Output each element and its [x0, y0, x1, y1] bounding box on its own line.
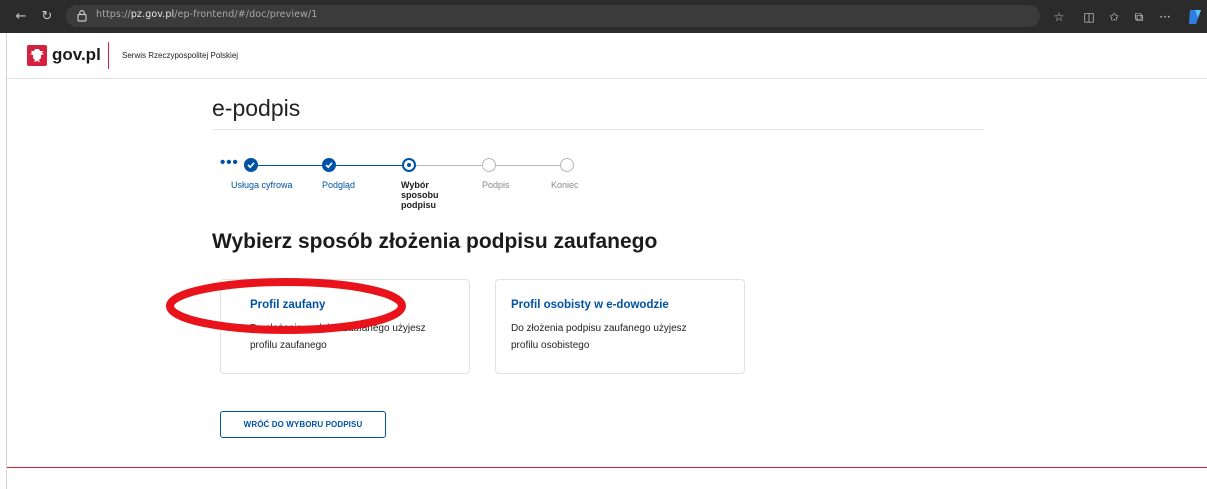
browser-toolbar: ← ↻ https://pz.gov.pl/ep-frontend/#/doc/… — [0, 0, 1207, 33]
step-usluga-done-icon — [244, 158, 258, 172]
more-menu-icon[interactable]: ··· — [1157, 9, 1173, 25]
window-border — [6, 33, 7, 489]
card-title[interactable]: Profil zaufany — [250, 299, 325, 311]
checkmark-icon — [325, 162, 333, 169]
url-path: /ep-frontend/#/doc/preview/1 — [174, 9, 318, 20]
stepper-connector — [416, 165, 482, 166]
step-label-wybor-sposobu: Wybór sposobu podpisu — [401, 180, 439, 210]
step-label-usluga-cyfrowa[interactable]: Usługa cyfrowa — [231, 180, 293, 190]
header-divider — [108, 42, 109, 69]
stepper-connector — [496, 165, 560, 166]
site-subtitle: Serwis Rzeczypospolitej Polskiej — [122, 51, 239, 60]
card-description: Do złożenia podpisu zaufanego użyjesz pr… — [250, 323, 426, 351]
url-domain: pz.gov.pl — [130, 9, 175, 20]
copilot-icon[interactable] — [1187, 8, 1203, 26]
footer-divider — [7, 467, 1207, 468]
refresh-icon[interactable]: ↻ — [38, 8, 56, 26]
card-title[interactable]: Profil osobisty w e-dowodzie — [511, 299, 669, 311]
collections-icon[interactable]: ⧉ — [1131, 9, 1147, 25]
stepper-overflow-icon[interactable]: ••• — [220, 155, 239, 170]
url-text: https://pz.gov.pl/ep-frontend/#/doc/prev… — [96, 9, 317, 20]
url-prefix: https:// — [96, 9, 131, 20]
step-podglad-done-icon — [322, 158, 336, 172]
stepper-connector — [336, 165, 402, 166]
split-screen-icon[interactable]: ◫ — [1081, 9, 1097, 25]
card-profil-osobisty[interactable]: Profil osobisty w e-dowodzie Do złożenia… — [495, 279, 745, 374]
step-label-podpis: Podpis — [482, 180, 510, 190]
step-label-podglad[interactable]: Podgląd — [322, 180, 355, 190]
page-title: e-podpis — [212, 95, 301, 121]
site-header: gov.pl Serwis Rzeczypospolitej Polskiej — [7, 33, 1207, 79]
card-profil-zaufany[interactable]: Profil zaufany Do złożenia podpisu zaufa… — [220, 279, 470, 374]
lock-icon — [77, 10, 87, 22]
card-description: Do złożenia podpisu zaufanego użyjesz pr… — [511, 323, 687, 351]
favorites-bar-icon[interactable]: ✩ — [1106, 9, 1122, 25]
step-current-indicator-icon — [402, 158, 416, 172]
back-arrow-icon[interactable]: ← — [12, 8, 30, 26]
page: ← ↻ https://pz.gov.pl/ep-frontend/#/doc/… — [0, 0, 1207, 489]
back-to-signature-choice-button[interactable]: WRÓĆ DO WYBORU PODPISU — [220, 411, 386, 438]
step-koniec-pending-icon — [560, 158, 574, 172]
gov-logo-text[interactable]: gov.pl — [52, 45, 101, 65]
favorite-star-icon[interactable]: ☆ — [1051, 9, 1067, 25]
title-divider — [212, 129, 983, 130]
step-label-koniec: Koniec — [551, 180, 579, 190]
polish-eagle-logo-icon[interactable] — [27, 45, 47, 66]
step-podpis-pending-icon — [482, 158, 496, 172]
section-heading: Wybierz sposób złożenia podpisu zaufaneg… — [212, 230, 658, 253]
checkmark-icon — [247, 162, 255, 169]
address-bar[interactable]: https://pz.gov.pl/ep-frontend/#/doc/prev… — [66, 5, 1040, 27]
stepper-connector — [258, 165, 322, 166]
